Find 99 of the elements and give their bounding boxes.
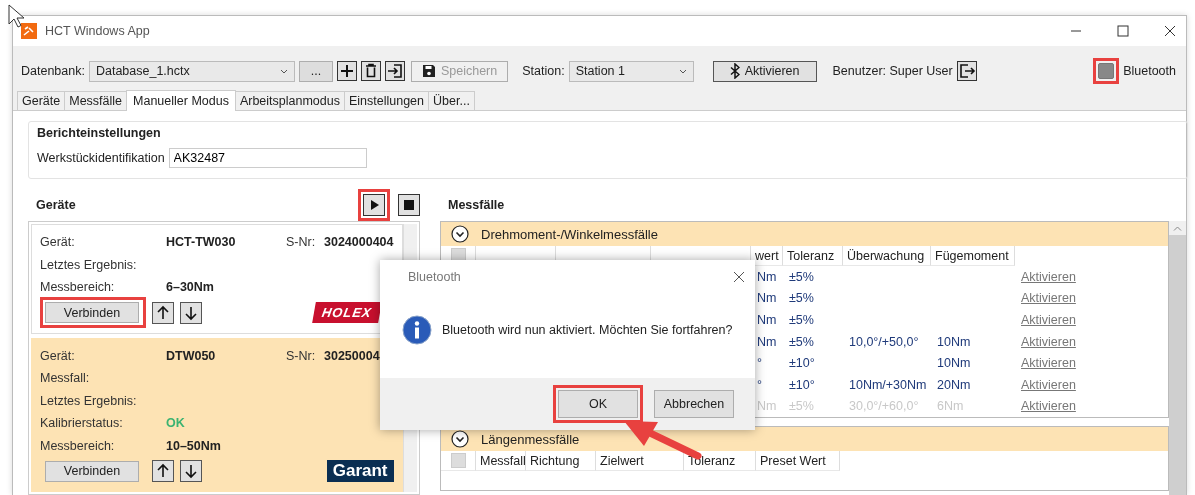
activate-button[interactable]: Aktivieren (712, 60, 817, 82)
column-header[interactable]: Fügemoment (931, 246, 1015, 266)
table-cell: ° (757, 356, 762, 371)
group-title: Berichteinstellungen (37, 126, 162, 140)
brand-logo: Garant (326, 460, 394, 482)
select-all-checkbox[interactable] (451, 453, 466, 469)
close-icon[interactable] (733, 271, 745, 283)
device-name: HCT-TW030 (166, 235, 237, 250)
serial-label: S-Nr: (286, 348, 317, 363)
dialog-button[interactable]: OK (558, 390, 638, 418)
brand-logo: HOLEX (311, 302, 382, 323)
browse-button[interactable]: ... (298, 60, 333, 82)
bluetooth-label: Bluetooth (1123, 64, 1176, 78)
dialog-message: Bluetooth wird nun aktiviert. Möchten Sie fortfahren? (442, 323, 733, 337)
device-card[interactable]: Gerät: DTW050 S-Nr: 30250004 Messfall: Letztes Ergebnis: Kalibrierstatus: OK Messbereich: 10–50Nm Verbinden Garant (31, 337, 403, 492)
field-value: 10–50Nm (166, 438, 222, 453)
connect-button[interactable]: Verbinden (45, 460, 139, 482)
scrollbar[interactable] (1169, 221, 1186, 495)
scroll-up-icon (1173, 226, 1182, 231)
dialog-title: Bluetooth (408, 270, 461, 284)
station-dropdown[interactable]: Station 1 (568, 60, 694, 82)
serial-number: 30250004 (324, 348, 380, 363)
table-cell: ±10° (789, 356, 815, 371)
table-cell: ±5% (789, 269, 814, 284)
column-header[interactable]: Messfall (476, 451, 526, 472)
table-cell: Nm (757, 334, 777, 349)
database-dropdown[interactable]: Database_1.hctx (88, 60, 295, 82)
field-label: Messfall: (40, 371, 91, 386)
field-label: Gerät: (40, 348, 76, 363)
bluetooth-icon (729, 63, 740, 79)
dialog-button[interactable]: Abbrechen (654, 390, 734, 418)
serial-label: S-Nr: (286, 235, 317, 250)
column-header[interactable]: Zielwert (596, 451, 684, 472)
bluetooth-checkbox[interactable] (1098, 63, 1115, 79)
tab[interactable]: Über... (428, 91, 475, 110)
chevron-down-icon (451, 430, 469, 449)
app-logo-icon (21, 23, 37, 39)
table-cell: 10Nm (937, 356, 971, 371)
activate-link[interactable]: Aktivieren (1021, 377, 1076, 392)
column-header[interactable]: Toleranz (783, 246, 843, 266)
maximize-icon[interactable] (1117, 25, 1129, 37)
table-cell: Nm (757, 313, 777, 327)
close-icon[interactable] (1164, 25, 1176, 37)
table-cell: 10Nm (937, 334, 971, 349)
field-label: Messbereich: (40, 280, 116, 295)
dropdown-caret-icon (279, 68, 288, 74)
logout-icon[interactable] (956, 61, 977, 81)
column-header[interactable]: Toleranz (684, 451, 756, 472)
field-label: Werkstückidentifikation (37, 151, 165, 165)
station-label: Station: (522, 64, 565, 78)
dropdown-caret-icon (678, 68, 687, 74)
field-label: Messbereich: (40, 438, 116, 453)
tab[interactable]: Arbeitsplanmodus (234, 91, 345, 110)
save-icon (421, 64, 436, 78)
field-label: Gerät: (40, 235, 76, 250)
plus-icon[interactable] (336, 61, 357, 81)
section-header[interactable]: Drehmoment-/Winkelmessfälle (441, 222, 1168, 246)
column-header[interactable]: Richtung (526, 451, 596, 472)
connect-button[interactable]: Verbinden (45, 302, 139, 323)
chevron-down-icon (451, 225, 469, 243)
user-label: Benutzer: Super User (832, 64, 953, 78)
table-cell: ±5% (789, 291, 814, 306)
table-cell: ±5% (789, 313, 814, 327)
status-value: OK (166, 416, 186, 431)
table-cell: 20Nm (937, 377, 971, 392)
table-cell: ±5% (789, 334, 814, 349)
activate-link[interactable]: Aktivieren (1021, 313, 1076, 327)
activate-link[interactable]: Aktivieren (1021, 291, 1076, 306)
field-value: 6–30Nm (166, 280, 215, 295)
tab[interactable]: Einstellungen (343, 91, 430, 110)
activate-link[interactable]: Aktivieren (1021, 269, 1076, 284)
table-cell: Nm (757, 269, 777, 284)
field-label: Letztes Ergebnis: (40, 393, 138, 408)
device-name: DTW050 (166, 348, 217, 363)
table-cell: Nm (757, 291, 777, 306)
column-header[interactable]: Überwachung (843, 246, 931, 266)
field-label: Letztes Ergebnis: (40, 257, 138, 272)
window-title: HCT Windows App (45, 24, 150, 38)
table-cell: 10,0°/+50,0° (849, 334, 919, 349)
workpiece-id-field[interactable]: AK32487 (168, 148, 367, 168)
tab[interactable]: Geräte (17, 91, 66, 110)
table-cell: ° (757, 377, 762, 392)
field-label: Kalibrierstatus: (40, 416, 124, 431)
import-icon[interactable] (384, 61, 405, 81)
section-title: Geräte (36, 198, 77, 212)
info-icon (402, 315, 432, 345)
serial-number: 3024000404 (324, 235, 394, 250)
table-cell: ±10° (789, 377, 815, 392)
section-header[interactable]: Längenmessfälle (441, 427, 1168, 452)
section-title: Messfälle (448, 198, 505, 212)
column-header[interactable]: Preset Wert (756, 451, 840, 472)
trash-icon[interactable] (360, 61, 381, 81)
tab[interactable]: Manueller Modus (126, 90, 236, 111)
stop-icon[interactable] (398, 194, 420, 216)
database-label: Datenbank: (21, 64, 85, 78)
device-card[interactable]: Gerät: HCT-TW030 S-Nr: 3024000404 Letztes Ergebnis: Messbereich: 6–30Nm Verbinden HOLEX (31, 224, 403, 334)
activate-link[interactable]: Aktivieren (1021, 334, 1076, 349)
table-cell: 10Nm/+30Nm (849, 377, 927, 392)
activate-link[interactable]: Aktivieren (1021, 356, 1076, 371)
